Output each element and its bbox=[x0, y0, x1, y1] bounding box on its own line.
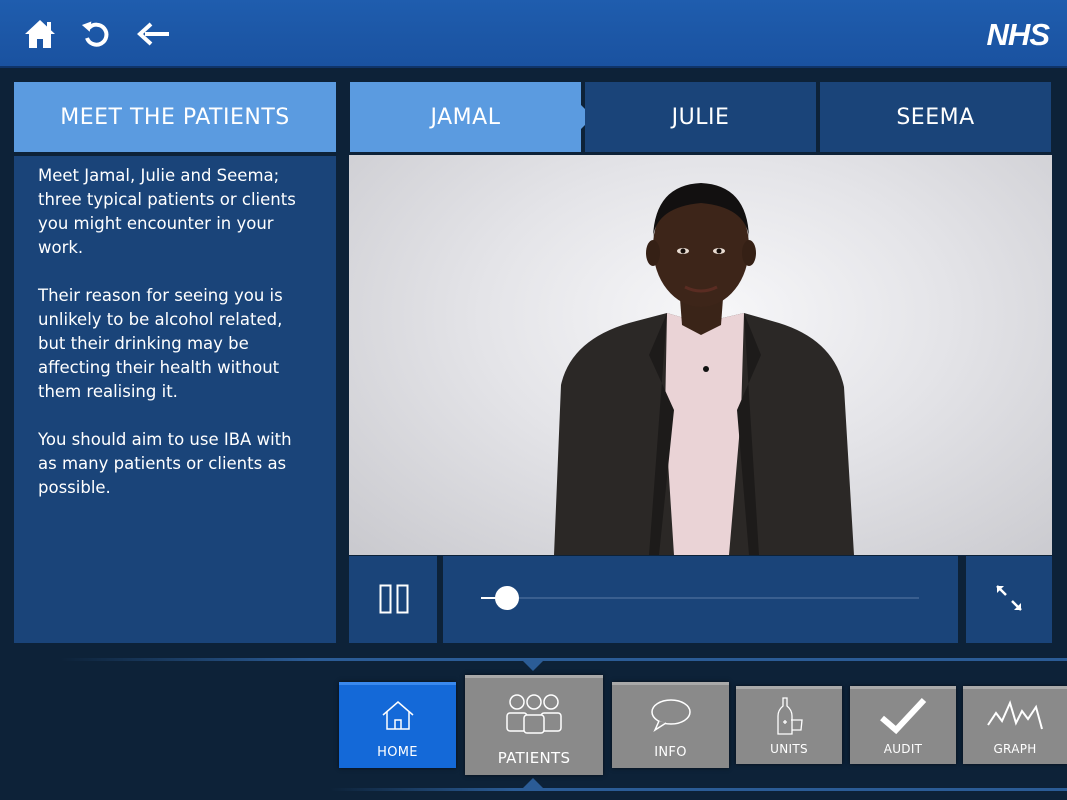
back-arrow-icon[interactable] bbox=[134, 14, 174, 54]
dock-home-button[interactable]: HOME bbox=[339, 682, 456, 768]
dock-units-button[interactable]: UNITS bbox=[736, 686, 842, 764]
dock-divider-top bbox=[60, 658, 1067, 661]
intro-paragraph: Meet Jamal, Julie and Seema; three typic… bbox=[38, 166, 296, 257]
top-bar: NHS bbox=[0, 0, 1067, 68]
house-icon bbox=[380, 685, 416, 745]
dock-divider-bottom bbox=[330, 788, 1067, 791]
dock-label: AUDIT bbox=[883, 742, 923, 756]
dock-graph-button[interactable]: GRAPH bbox=[963, 686, 1067, 764]
fullscreen-button[interactable] bbox=[966, 556, 1052, 643]
pause-icon bbox=[379, 584, 409, 618]
home-icon[interactable] bbox=[20, 14, 60, 54]
refresh-icon[interactable] bbox=[76, 14, 116, 54]
intro-paragraph: Their reason for seeing you is unlikely … bbox=[38, 286, 283, 401]
dock-indicator-bottom bbox=[523, 778, 543, 788]
line-graph-icon bbox=[986, 689, 1044, 742]
seek-bar[interactable] bbox=[443, 556, 958, 643]
pause-button[interactable] bbox=[349, 556, 437, 643]
tab-label: JULIE bbox=[671, 104, 730, 130]
dock-indicator-top bbox=[523, 661, 543, 671]
dock-label: HOME bbox=[377, 745, 418, 760]
speech-bubble-icon bbox=[649, 685, 693, 745]
seek-track[interactable] bbox=[481, 597, 919, 599]
nhs-logo: NHS bbox=[986, 17, 1050, 52]
people-icon bbox=[503, 678, 565, 749]
intro-text: Meet Jamal, Julie and Seema; three typic… bbox=[14, 156, 336, 643]
fullscreen-icon bbox=[995, 584, 1023, 616]
dock-label: GRAPH bbox=[993, 742, 1037, 756]
tab-label: SEEMA bbox=[896, 104, 975, 130]
dock-label: INFO bbox=[654, 745, 687, 760]
dock-info-button[interactable]: INFO bbox=[612, 682, 729, 768]
checkmark-icon bbox=[878, 689, 928, 742]
tab-julie[interactable]: JULIE bbox=[585, 82, 816, 152]
intro-paragraph: You should aim to use IBA with as many p… bbox=[38, 430, 292, 497]
tab-jamal[interactable]: JAMAL bbox=[350, 82, 593, 152]
seek-handle[interactable] bbox=[495, 586, 520, 610]
tab-label: JAMAL bbox=[430, 104, 501, 130]
panel-title: MEET THE PATIENTS bbox=[14, 82, 336, 152]
video-frame[interactable] bbox=[349, 155, 1052, 555]
tab-seema[interactable]: SEEMA bbox=[820, 82, 1051, 152]
dock-label: UNITS bbox=[770, 742, 808, 756]
dock-audit-button[interactable]: AUDIT bbox=[850, 686, 956, 764]
dock-patients-button[interactable]: PATIENTS bbox=[465, 675, 603, 775]
dock-label: PATIENTS bbox=[497, 749, 571, 767]
patient-video-image bbox=[554, 183, 854, 555]
bottle-glass-icon bbox=[774, 689, 804, 742]
